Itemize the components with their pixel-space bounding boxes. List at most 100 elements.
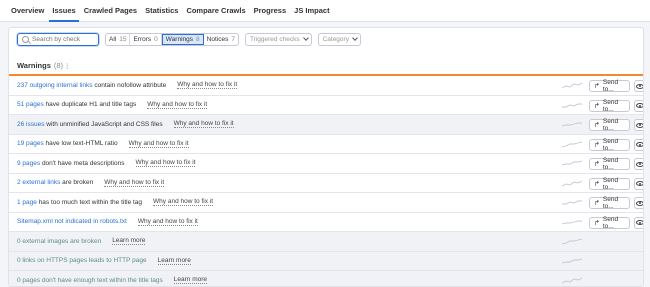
why-fix-link[interactable]: Learn more [173,276,208,285]
issue-row: 0 pages don't have enough text within th… [9,271,643,286]
trend-sparkline [562,220,582,224]
why-fix-link[interactable]: Why and how to fix it [177,81,238,90]
issue-description: don't have meta descriptions [40,159,125,167]
view-button[interactable] [634,177,643,190]
why-fix-link[interactable]: Why and how to fix it [153,198,214,207]
share-arrow-icon: ↱ [594,102,600,110]
triggered-checks-label: Triggered checks [249,35,300,43]
issue-row: 2 external links are broken Why and how t… [9,174,643,193]
tab-progress[interactable]: Progress [251,6,290,21]
send-to-button[interactable]: ↱ Send to... [589,177,630,191]
issue-description: has too much text within the title tag [36,198,143,206]
issue-text: 19 pages have low text-HTML ratio [17,140,118,147]
eye-icon [636,161,643,167]
filter-bar: All15 Errors0 Warnings8 Notices7 Trigger… [9,28,643,50]
issue-row: 9 pages don't have meta descriptions Why … [9,154,643,174]
tab-compare-crawls[interactable]: Compare Crawls [183,6,248,21]
issue-description: have low text-HTML ratio [43,140,118,148]
issue-link[interactable]: 237 outgoing internal links [17,82,93,89]
issue-link[interactable]: 2 external links [17,179,60,186]
issue-link[interactable]: 51 pages [17,101,44,108]
info-icon: ⁞ [66,61,69,71]
send-to-label: Send to... [602,118,619,132]
filter-notices-label: Notices [206,35,229,43]
send-to-button[interactable]: ↱ Send to... [589,138,630,152]
issue-row: 1 page has too much text within the titl… [9,193,643,213]
issue-description: contain nofollow attribute [92,81,167,89]
eye-icon [636,103,643,108]
view-button[interactable] [634,197,643,209]
issue-row: 0 links on HTTPS pages leads to HTTP pag… [9,251,643,271]
issue-text: 1 page has too much text within the titl… [17,199,142,206]
issue-text: Sitemap.xml not indicated in robots.txt [17,218,127,225]
tab-issues[interactable]: Issues [49,6,80,22]
tab-statistics[interactable]: Statistics [142,6,181,21]
send-to-button[interactable]: ↱ Send to... [589,79,630,93]
send-to-button[interactable]: ↱ Send to... [589,215,630,230]
search-icon [22,35,29,43]
filter-warnings-label: Warnings [165,35,194,43]
issue-link: 0 pages don't have enough text within th… [17,276,163,284]
send-to-button[interactable]: ↱ Send to... [589,99,630,113]
eye-icon [636,181,643,186]
why-fix-link[interactable]: Why and how to fix it [104,179,165,187]
issue-link[interactable]: 9 pages [17,160,40,167]
section-title: Warnings [17,60,51,70]
search-box[interactable] [17,32,99,46]
view-button[interactable] [634,138,643,151]
view-button[interactable] [634,80,643,92]
filter-errors-label: Errors [133,35,152,43]
issue-row: 26 issues with unminified JavaScript and… [9,115,643,135]
issue-row: 51 pages have duplicate H1 and title tag… [9,96,643,115]
issue-link[interactable]: 1 page [17,199,37,206]
send-to-button[interactable]: ↱ Send to... [589,118,630,132]
filter-all-button[interactable]: All 15 [106,33,131,45]
filter-warnings-button[interactable]: Warnings 8 [161,33,204,45]
send-to-button[interactable]: ↱ Send to... [589,196,630,210]
why-fix-link[interactable]: Learn more [112,237,146,246]
send-to-button[interactable]: ↱ Send to... [589,157,630,171]
share-arrow-icon: ↱ [594,122,600,129]
issue-link[interactable]: 26 issues [17,121,44,128]
trend-sparkline [562,180,582,186]
issue-link: 0 external images are broken [17,237,102,245]
trend-sparkline [562,122,582,127]
issue-text: 0 pages don't have enough text within th… [17,277,163,284]
view-button[interactable] [634,158,643,170]
view-button[interactable] [634,99,643,112]
chevron-down-icon [352,35,358,41]
share-arrow-icon: ↱ [594,200,600,207]
why-fix-link[interactable]: Why and how to fix it [173,120,234,129]
tab-js-impact[interactable]: JS Impact [291,6,332,21]
severity-filter: All 15 Errors 0 Warnings 8 Notices 7 [105,32,239,46]
view-button[interactable] [634,119,643,131]
share-arrow-icon: ↱ [594,219,600,227]
trend-sparkline [562,200,582,205]
why-fix-link[interactable]: Why and how to fix it [135,159,196,168]
issue-link[interactable]: Sitemap.xml not indicated in robots.txt [17,218,127,225]
trend-sparkline [562,82,582,89]
issue-text: 2 external links are broken [17,179,93,186]
issue-link[interactable]: 19 pages [17,140,44,147]
why-fix-link[interactable]: Why and how to fix it [137,218,198,226]
view-button[interactable] [634,216,643,229]
why-fix-link[interactable]: Learn more [157,257,191,265]
trend-sparkline [562,238,582,245]
issue-text: 51 pages have duplicate H1 and title tag… [17,101,136,108]
issue-link: 0 links on HTTPS pages leads to HTTP pag… [17,257,147,265]
filter-errors-count: 0 [154,35,158,43]
why-fix-link[interactable]: Why and how to fix it [128,140,189,148]
category-dropdown[interactable]: Category [317,32,361,46]
search-input[interactable] [32,35,92,43]
triggered-checks-dropdown[interactable]: Triggered checks [244,32,312,46]
tab-overview[interactable]: Overview [8,6,47,21]
issue-description: have duplicate H1 and title tags [43,101,137,109]
why-fix-link[interactable]: Why and how to fix it [147,101,208,109]
eye-icon [636,220,643,225]
tab-crawled-pages[interactable]: Crawled Pages [81,6,140,21]
eye-icon [636,200,643,206]
filter-errors-button[interactable]: Errors 0 [130,33,162,45]
filter-notices-button[interactable]: Notices 7 [204,34,238,45]
eye-icon [636,142,643,147]
send-to-label: Send to... [602,215,619,230]
